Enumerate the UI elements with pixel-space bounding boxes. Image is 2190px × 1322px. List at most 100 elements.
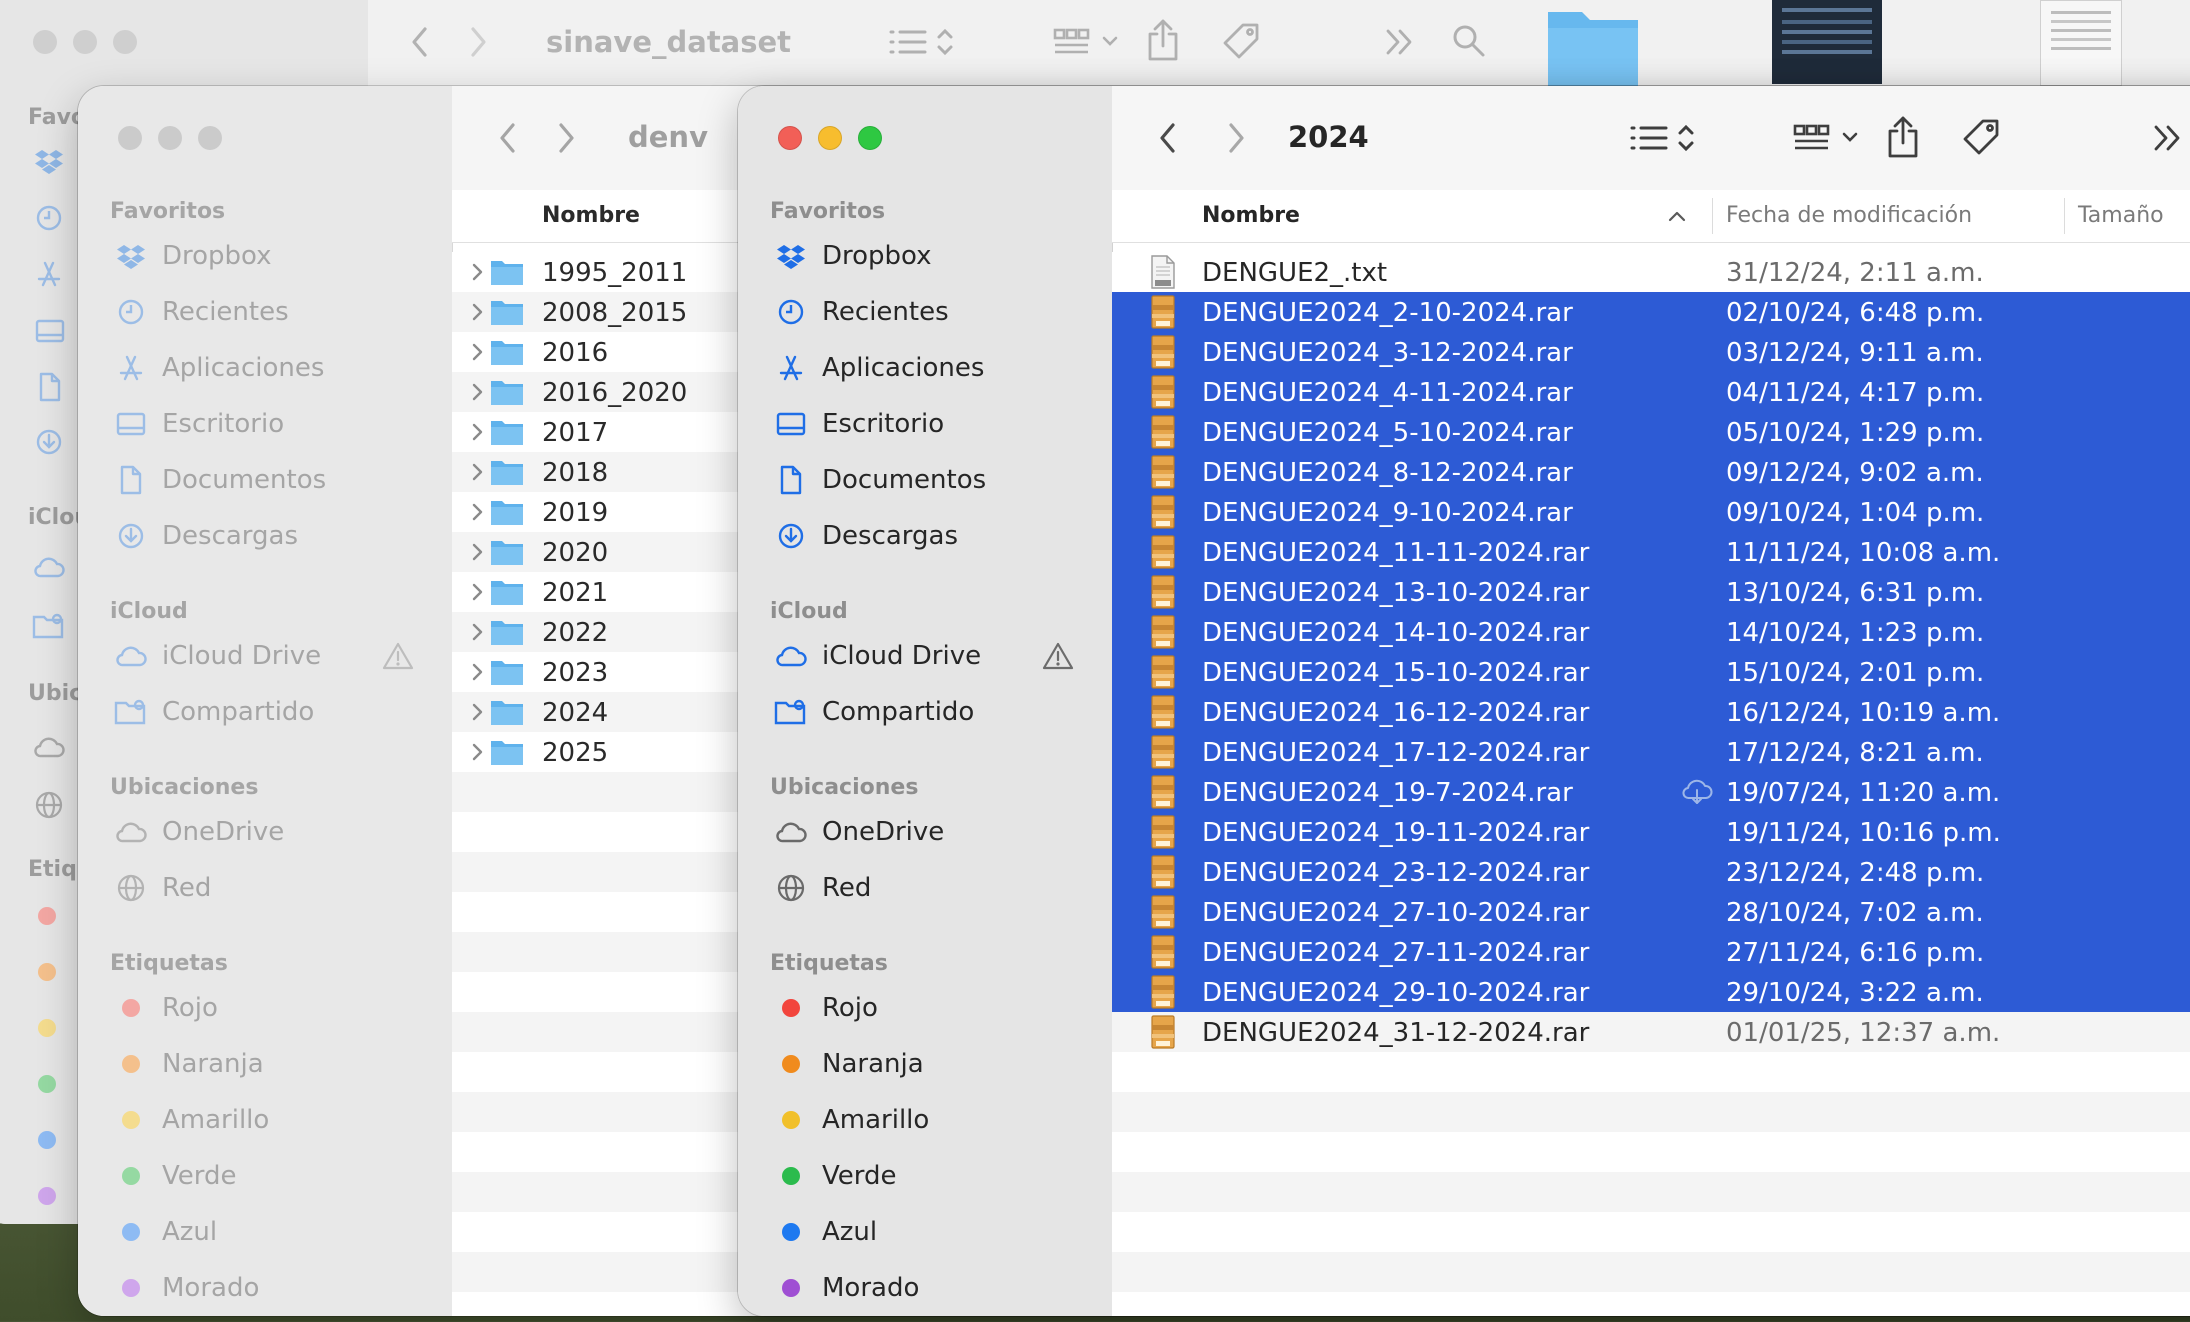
warning-icon[interactable] xyxy=(382,641,414,671)
back-nav-button[interactable] xyxy=(488,116,528,160)
file-row[interactable]: DENGUE2024_8-12-2024.rar 09/12/24, 9:02 a… xyxy=(1112,452,2190,492)
disclosure-chevron-icon[interactable] xyxy=(472,302,484,322)
tag-dot-purple[interactable] xyxy=(38,1187,56,1205)
file-row[interactable]: DENGUE2024_3-12-2024.rar 03/12/24, 9:11 a… xyxy=(1112,332,2190,372)
disclosure-chevron-icon[interactable] xyxy=(472,382,484,402)
sidebar-item-icloud-drive[interactable]: iCloud Drive xyxy=(114,636,321,676)
disclosure-chevron-icon[interactable] xyxy=(472,462,484,482)
sidebar-tag-blue[interactable]: Azul xyxy=(774,1212,877,1252)
sidebar-item-compartido[interactable]: Compartido xyxy=(774,692,974,732)
sidebar-item-compartido[interactable]: Compartido xyxy=(114,692,314,732)
file-row[interactable]: DENGUE2024_2-10-2024.rar 02/10/24, 6:48 p… xyxy=(1112,292,2190,332)
forward-nav-button[interactable] xyxy=(546,116,586,160)
desktop-screenshot-thumbnail[interactable] xyxy=(1772,0,1882,84)
sidebar-tag-purple[interactable]: Morado xyxy=(114,1268,259,1308)
zoom-button[interactable] xyxy=(198,126,222,150)
sidebar-item-escritorio[interactable]: Escritorio xyxy=(774,404,944,444)
file-row[interactable]: DENGUE2024_5-10-2024.rar 05/10/24, 1:29 p… xyxy=(1112,412,2190,452)
sidebar-tag-yellow[interactable]: Amarillo xyxy=(114,1100,269,1140)
file-row[interactable]: DENGUE2024_9-10-2024.rar 09/10/24, 1:04 p… xyxy=(1112,492,2190,532)
tag-icon[interactable] xyxy=(1958,116,2004,160)
sidebar-item-dropbox[interactable]: Dropbox xyxy=(114,236,272,276)
sidebar-tag-green[interactable]: Verde xyxy=(114,1156,237,1196)
close-button[interactable] xyxy=(118,126,142,150)
close-button[interactable] xyxy=(778,126,802,150)
sidebar-item-aplicaciones[interactable]: Aplicaciones xyxy=(114,348,324,388)
zoom-button[interactable] xyxy=(858,126,882,150)
sidebar-item-red[interactable]: Red xyxy=(114,868,211,908)
warning-icon[interactable] xyxy=(1042,641,1074,671)
file-row[interactable]: DENGUE2024_19-11-2024.rar 19/11/24, 10:16… xyxy=(1112,812,2190,852)
file-row[interactable]: DENGUE2024_4-11-2024.rar 04/11/24, 4:17 p… xyxy=(1112,372,2190,412)
sidebar-item-onedrive[interactable]: OneDrive xyxy=(774,812,944,852)
sort-ascending-icon[interactable] xyxy=(1668,210,1686,222)
tag-dot-yellow[interactable] xyxy=(38,1019,56,1037)
sidebar-tag-blue[interactable]: Azul xyxy=(114,1212,217,1252)
sidebar-item-aplicaciones[interactable]: Aplicaciones xyxy=(774,348,984,388)
share-icon[interactable] xyxy=(1880,112,1926,162)
sidebar-item-red[interactable]: Red xyxy=(774,868,871,908)
disclosure-chevron-icon[interactable] xyxy=(472,542,484,562)
more-toolbar-icon[interactable] xyxy=(2148,116,2188,160)
sidebar-item-documentos[interactable]: Documentos xyxy=(114,460,326,500)
disclosure-chevron-icon[interactable] xyxy=(472,502,484,522)
sidebar-tag-purple[interactable]: Morado xyxy=(774,1268,919,1308)
disclosure-chevron-icon[interactable] xyxy=(472,622,484,642)
file-row[interactable]: DENGUE2024_11-11-2024.rar 11/11/24, 10:08… xyxy=(1112,532,2190,572)
file-row[interactable]: DENGUE2024_16-12-2024.rar 16/12/24, 10:19… xyxy=(1112,692,2190,732)
sidebar-tag-orange[interactable]: Naranja xyxy=(114,1044,264,1084)
disclosure-chevron-icon[interactable] xyxy=(472,262,484,282)
sidebar-tag-yellow[interactable]: Amarillo xyxy=(774,1100,929,1140)
sidebar-item-documentos[interactable]: Documentos xyxy=(774,460,986,500)
tag-dot-green[interactable] xyxy=(38,1075,56,1093)
desktop-document-thumbnail[interactable] xyxy=(2040,0,2122,86)
sidebar-tag-red[interactable]: Rojo xyxy=(114,988,218,1028)
disclosure-chevron-icon[interactable] xyxy=(472,342,484,362)
minimize-button[interactable] xyxy=(818,126,842,150)
sidebar-item-recientes[interactable]: Recientes xyxy=(774,292,949,332)
file-row[interactable]: DENGUE2024_13-10-2024.rar 13/10/24, 6:31 … xyxy=(1112,572,2190,612)
desktop-folder-icon[interactable] xyxy=(1542,6,1644,86)
column-header-name[interactable]: Nombre xyxy=(1202,203,1300,228)
forward-nav-button[interactable] xyxy=(1216,116,1256,160)
file-row[interactable]: DENGUE2024_27-11-2024.rar 27/11/24, 6:16 … xyxy=(1112,932,2190,972)
more-toolbar-icon[interactable] xyxy=(1380,20,1420,64)
sidebar-tag-orange[interactable]: Naranja xyxy=(774,1044,924,1084)
group-icon[interactable] xyxy=(1050,22,1130,62)
disclosure-chevron-icon[interactable] xyxy=(472,582,484,602)
sidebar-item-onedrive[interactable]: OneDrive xyxy=(114,812,284,852)
tag-dot-blue[interactable] xyxy=(38,1131,56,1149)
disclosure-chevron-icon[interactable] xyxy=(472,662,484,682)
file-row[interactable]: DENGUE2024_15-10-2024.rar 15/10/24, 2:01 … xyxy=(1112,652,2190,692)
cloud-download-icon[interactable] xyxy=(1680,779,1714,805)
sidebar-item-dropbox[interactable]: Dropbox xyxy=(774,236,932,276)
tag-dot-red[interactable] xyxy=(38,907,56,925)
view-list-icon[interactable] xyxy=(885,22,965,62)
disclosure-chevron-icon[interactable] xyxy=(472,422,484,442)
close-button[interactable] xyxy=(33,30,57,54)
file-row[interactable]: DENGUE2024_17-12-2024.rar 17/12/24, 8:21 … xyxy=(1112,732,2190,772)
back-nav-button[interactable] xyxy=(400,20,440,64)
back-nav-button[interactable] xyxy=(1148,116,1188,160)
column-header-size[interactable]: Tamaño xyxy=(2078,203,2164,228)
file-row[interactable]: DENGUE2024_27-10-2024.rar 28/10/24, 7:02 … xyxy=(1112,892,2190,932)
sidebar-item-escritorio[interactable]: Escritorio xyxy=(114,404,284,444)
group-icon[interactable] xyxy=(1790,118,1870,158)
minimize-button[interactable] xyxy=(158,126,182,150)
sidebar-tag-red[interactable]: Rojo xyxy=(774,988,878,1028)
sidebar-item-recientes[interactable]: Recientes xyxy=(114,292,289,332)
file-row[interactable]: DENGUE2024_31-12-2024.rar 01/01/25, 12:37… xyxy=(1112,1012,2190,1052)
zoom-button[interactable] xyxy=(113,30,137,54)
column-header-date[interactable]: Fecha de modificación xyxy=(1726,203,1972,228)
finder-window-2024[interactable]: 2024 Favoritos Dropbox Recientes Aplicac… xyxy=(738,86,2190,1316)
tag-dot-orange[interactable] xyxy=(38,963,56,981)
tag-icon[interactable] xyxy=(1218,20,1264,64)
search-icon[interactable] xyxy=(1446,18,1492,64)
disclosure-chevron-icon[interactable] xyxy=(472,742,484,762)
sidebar-item-descargas[interactable]: Descargas xyxy=(774,516,958,556)
file-row[interactable]: DENGUE2_.txt 31/12/24, 2:11 a.m. xyxy=(1112,252,2190,292)
forward-nav-button[interactable] xyxy=(458,20,498,64)
file-row[interactable]: DENGUE2024_14-10-2024.rar 14/10/24, 1:23 … xyxy=(1112,612,2190,652)
file-row[interactable]: DENGUE2024_29-10-2024.rar 29/10/24, 3:22 … xyxy=(1112,972,2190,1012)
sidebar-item-descargas[interactable]: Descargas xyxy=(114,516,298,556)
